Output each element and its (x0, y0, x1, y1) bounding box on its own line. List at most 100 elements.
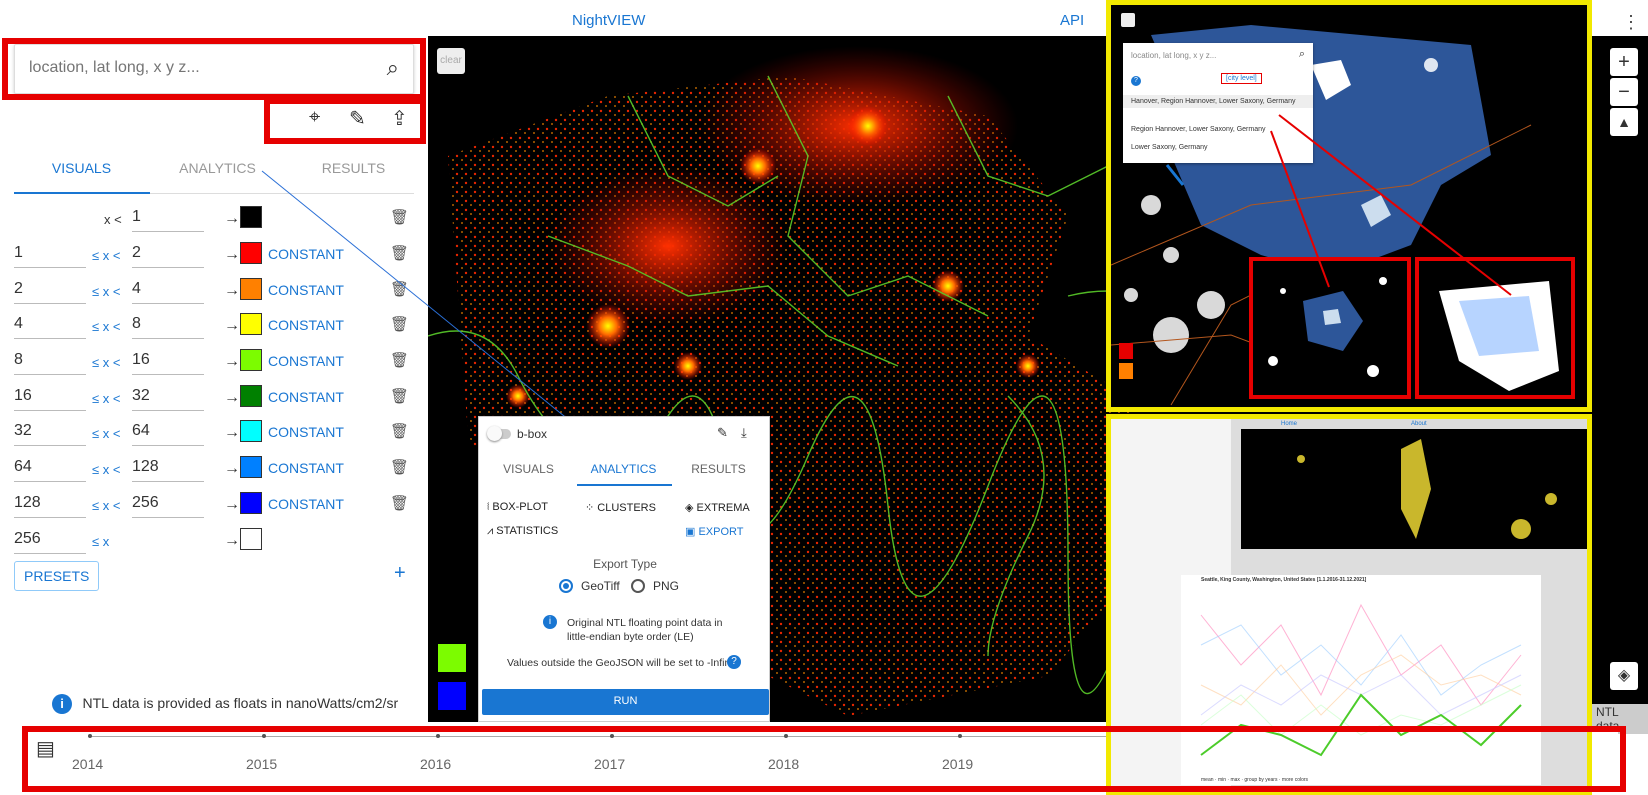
zoom-in-button[interactable]: + (1610, 48, 1638, 76)
color-ramp-row: x < 1 → 🗑 (14, 204, 414, 238)
tab-analytics[interactable]: ANALYTICS (150, 160, 285, 176)
eyedropper-icon[interactable]: ✎ (349, 106, 366, 131)
delete-icon[interactable]: 🗑 (390, 315, 409, 333)
range-from-input[interactable]: 16 (14, 383, 86, 411)
search-icon[interactable]: ⌕ (387, 55, 399, 81)
delete-icon[interactable]: 🗑 (390, 458, 409, 476)
geotiff-radio[interactable] (559, 579, 573, 593)
range-from-input[interactable]: 1 (14, 240, 86, 268)
color-swatch[interactable] (240, 278, 262, 300)
inset-clear-button[interactable] (1121, 13, 1135, 27)
range-to-input[interactable]: 32 (132, 383, 204, 411)
more-menu-icon[interactable]: ⋮ (1622, 12, 1640, 33)
help-icon[interactable]: ? (727, 655, 741, 669)
add-row-icon[interactable]: + (394, 562, 406, 585)
download-icon[interactable]: ⤓ (741, 425, 747, 441)
timeline-year[interactable]: 2015 (246, 756, 277, 772)
clusters-item[interactable]: ⁘ CLUSTERS (585, 501, 656, 514)
range-to-input[interactable]: 8 (132, 311, 204, 339)
inset2-home-link[interactable]: Home (1281, 421, 1297, 427)
range-to-input[interactable]: 4 (132, 276, 204, 304)
delete-icon[interactable]: 🗑 (390, 494, 409, 512)
color-swatch[interactable] (240, 206, 262, 228)
inset-search-icon[interactable]: ⌕ (1299, 48, 1305, 61)
inset-city-level[interactable]: [city level] (1221, 73, 1262, 84)
locate-icon[interactable]: ⌖ (309, 106, 320, 129)
range-to-input[interactable]: 256 (132, 490, 204, 518)
color-swatch[interactable] (240, 242, 262, 264)
mode-label[interactable]: CONSTANT (268, 317, 344, 333)
clipboard-icon[interactable]: ▤ (36, 736, 55, 761)
range-from-input[interactable]: 256 (14, 526, 86, 554)
delete-icon[interactable]: 🗑 (390, 387, 409, 405)
range-from-input[interactable]: 128 (14, 490, 86, 518)
inset2-about-link[interactable]: About (1411, 421, 1427, 427)
inset-search-input[interactable]: location, lat long, x y z... (1131, 51, 1216, 60)
timeline-year[interactable]: 2019 (942, 756, 973, 772)
range-to-input[interactable]: 16 (132, 347, 204, 375)
inset-help-icon[interactable]: ? (1131, 76, 1141, 86)
color-swatch[interactable] (240, 492, 262, 514)
mode-label[interactable]: CONSTANT (268, 389, 344, 405)
delete-icon[interactable]: 🗑 (390, 208, 409, 226)
range-to-input[interactable]: 2 (132, 240, 204, 268)
export-item[interactable]: ▣ EXPORT (685, 525, 743, 538)
boxplot-item[interactable]: ⧙ BOX-PLOT (487, 501, 548, 514)
mode-label[interactable]: CONSTANT (268, 353, 344, 369)
range-to-input[interactable]: 64 (132, 418, 204, 446)
tab-visuals[interactable]: VISUALS (14, 160, 149, 176)
timeline-year[interactable]: 2016 (420, 756, 451, 772)
compass-icon[interactable]: ▲ (1610, 108, 1638, 136)
tab-results[interactable]: RESULTS (286, 160, 421, 176)
range-from-input[interactable]: 2 (14, 276, 86, 304)
mode-label[interactable]: CONSTANT (268, 496, 344, 512)
range-to-input[interactable]: 1 (132, 204, 204, 232)
delete-icon[interactable]: 🗑 (390, 280, 409, 298)
panel-tab-visuals[interactable]: VISUALS (481, 462, 576, 476)
range-from-input[interactable]: 64 (14, 454, 86, 482)
run-button[interactable]: RUN (482, 689, 769, 715)
inset-result-2[interactable]: Region Hannover, Lower Saxony, Germany (1123, 123, 1274, 136)
timeline-tick (958, 734, 962, 738)
color-swatch[interactable] (240, 385, 262, 407)
color-swatch[interactable] (240, 313, 262, 335)
mode-label[interactable]: CONSTANT (268, 460, 344, 476)
inset-result-1[interactable]: Hanover, Region Hannover, Lower Saxony, … (1123, 95, 1313, 108)
search-input[interactable] (29, 59, 349, 77)
range-from-input[interactable]: 8 (14, 347, 86, 375)
upload-icon[interactable]: ⇪ (391, 106, 408, 131)
panel-tab-analytics[interactable]: ANALYTICS (576, 462, 671, 476)
bbox-toggle[interactable] (487, 426, 511, 441)
delete-icon[interactable]: 🗑 (390, 244, 409, 262)
layers-icon[interactable]: ◈ (1610, 662, 1638, 690)
nav-api-link[interactable]: API (1060, 12, 1084, 29)
nav-title-link[interactable]: NightVIEW (572, 12, 645, 29)
inset-result-3[interactable]: Lower Saxony, Germany (1123, 141, 1216, 154)
map-clear-button[interactable]: clear (437, 48, 465, 74)
range-from-input[interactable]: 32 (14, 418, 86, 446)
range-from-input[interactable]: 4 (14, 311, 86, 339)
mode-label[interactable]: CONSTANT (268, 424, 344, 440)
inset-zoom-region (1249, 257, 1411, 399)
presets-button[interactable]: PRESETS (14, 561, 100, 591)
timeline-year[interactable]: 2017 (594, 756, 625, 772)
edit-icon[interactable]: ✎ (717, 425, 728, 441)
zoom-out-button[interactable]: − (1610, 78, 1638, 106)
png-radio[interactable] (631, 579, 645, 593)
range-from-input[interactable] (14, 204, 86, 232)
arrow-icon: → (224, 496, 240, 513)
color-swatch[interactable] (240, 528, 262, 550)
panel-tab-results[interactable]: RESULTS (671, 462, 766, 476)
timeline-year[interactable]: 2014 (72, 756, 103, 772)
extrema-item[interactable]: ◈ EXTREMA (685, 501, 750, 514)
delete-icon[interactable]: 🗑 (390, 351, 409, 369)
mode-label[interactable]: CONSTANT (268, 282, 344, 298)
color-swatch[interactable] (240, 349, 262, 371)
statistics-item[interactable]: ⩘ STATISTICS (487, 525, 558, 538)
delete-icon[interactable]: 🗑 (390, 422, 409, 440)
mode-label[interactable]: CONSTANT (268, 246, 344, 262)
timeline-year[interactable]: 2018 (768, 756, 799, 772)
range-to-input[interactable]: 128 (132, 454, 204, 482)
color-swatch[interactable] (240, 420, 262, 442)
color-swatch[interactable] (240, 456, 262, 478)
